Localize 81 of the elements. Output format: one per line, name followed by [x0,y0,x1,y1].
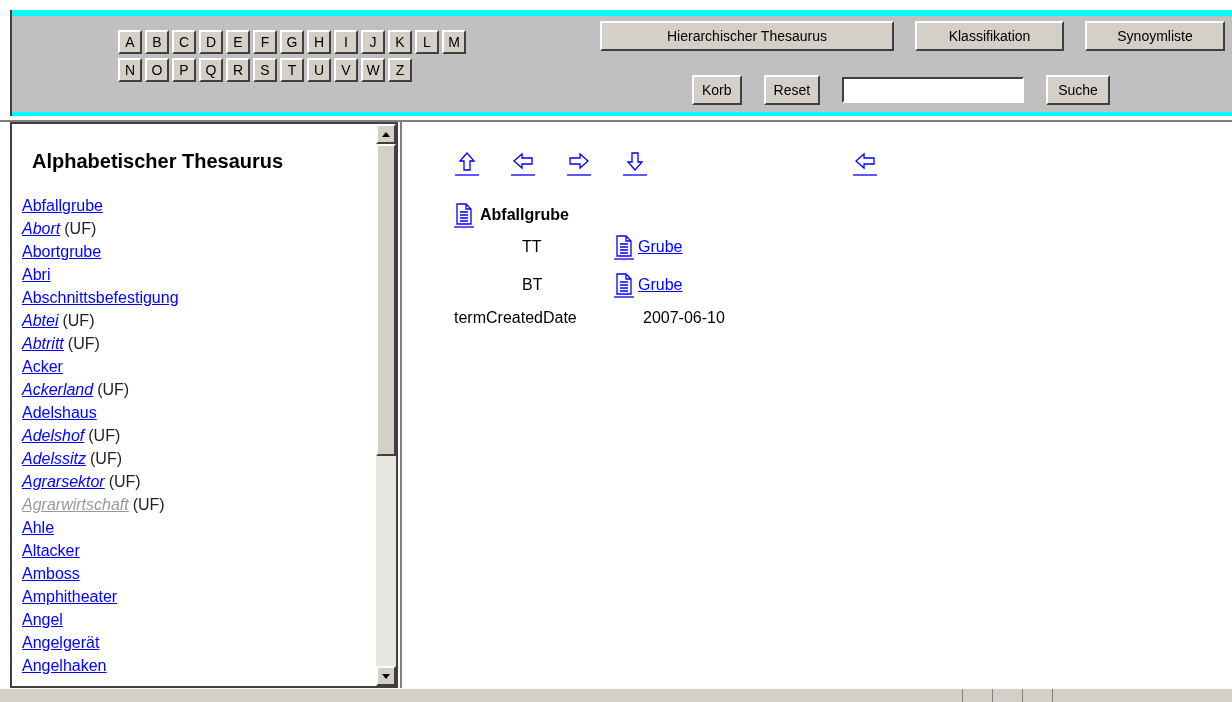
term-link[interactable]: Altacker [22,539,80,562]
right-arrow-icon[interactable] [566,150,592,176]
related-term-link[interactable]: Grube [638,273,683,297]
term-link[interactable]: Angelhaken [22,654,107,677]
letter-button[interactable]: G [280,30,304,54]
letter-button[interactable]: K [388,30,412,54]
term-link[interactable]: Ackerland [22,378,94,401]
sidebar-title: Alphabetischer Thesaurus [32,149,285,174]
term-link[interactable]: Agrarsektor [22,470,105,493]
term-link[interactable]: Abri [22,263,51,286]
term-note: (UF) [108,472,141,492]
letter-button[interactable]: S [253,58,277,82]
scrollbar[interactable] [376,124,396,686]
term-link[interactable]: Abtei [22,309,59,332]
letter-button[interactable]: D [199,30,223,54]
search-button[interactable]: Suche [1046,75,1110,105]
related-term-link[interactable]: Grube [638,235,683,259]
letter-button[interactable]: Q [199,58,223,82]
term-link[interactable]: Amboss [22,562,80,585]
view-button[interactable]: Synoymliste [1085,21,1225,51]
term-title: Abfallgrube [480,205,569,225]
letter-button[interactable]: A [118,30,142,54]
down-caret-icon [382,673,390,679]
scroll-down-button[interactable] [376,666,396,686]
letter-button[interactable]: H [307,30,331,54]
term-link[interactable]: Adelshaus [22,401,97,424]
term-link[interactable]: Angel [22,608,63,631]
up-caret-icon [382,131,390,137]
letter-button[interactable]: U [307,58,331,82]
term-link[interactable]: Abort [22,217,61,240]
field-name: termCreatedDate [454,308,578,328]
document-icon[interactable] [454,202,474,228]
toolbar-button[interactable]: Korb [692,75,742,105]
relation-type: TT [521,237,543,257]
term-link[interactable]: Adelshof [22,424,85,447]
term-link[interactable]: Acker [22,355,63,378]
letter-button[interactable]: C [172,30,196,54]
letter-button[interactable]: J [361,30,385,54]
term-link[interactable]: Abschnittsbefestigung [22,286,179,309]
letter-button[interactable]: P [172,58,196,82]
term-note: (UF) [64,219,97,239]
relation-type: BT [521,275,544,295]
term-link[interactable]: Adelssitz [22,447,87,470]
view-button[interactable]: Hierarchischer Thesaurus [600,21,894,51]
down-arrow-icon[interactable] [622,150,648,176]
letter-button[interactable]: I [334,30,358,54]
scroll-up-button[interactable] [376,124,396,144]
term-link[interactable]: Ahle [22,516,55,539]
letter-button[interactable]: Z [388,58,412,82]
letter-button[interactable]: T [280,58,304,82]
left-arrow-icon[interactable] [510,150,536,176]
search-field[interactable] [842,77,1025,103]
letter-button[interactable]: O [145,58,169,82]
term-note: (UF) [132,495,165,515]
field-value: 2007-06-10 [643,308,725,328]
letter-button[interactable]: F [253,30,277,54]
back-arrow-icon[interactable] [852,150,878,176]
letter-button[interactable]: N [118,58,142,82]
letter-button[interactable]: L [415,30,439,54]
letter-button[interactable]: R [226,58,250,82]
term-note: (UF) [90,449,122,469]
view-button[interactable]: Klassifikation [915,21,1064,51]
letter-button[interactable]: E [226,30,250,54]
letter-button[interactable]: B [145,30,169,54]
document-icon[interactable] [614,234,634,260]
term-note: (UF) [67,334,100,354]
term-link[interactable]: Abtritt [22,332,64,355]
term-link[interactable]: Amphitheater [22,585,118,608]
letter-button[interactable]: M [442,30,466,54]
term-note: (UF) [62,311,95,331]
document-icon[interactable] [614,272,634,298]
letter-button[interactable]: W [361,58,385,82]
term-link[interactable]: Angelgerät [22,631,100,654]
term-note: (UF) [88,426,121,446]
term-link[interactable]: Abfallgrube [22,194,103,217]
term-note: (UF) [97,380,130,400]
term-link[interactable]: Abortgrube [22,240,102,263]
toolbar-button[interactable]: Reset [763,75,821,105]
up-arrow-icon[interactable] [454,150,480,176]
scroll-thumb[interactable] [376,144,396,456]
letter-button[interactable]: V [334,58,358,82]
